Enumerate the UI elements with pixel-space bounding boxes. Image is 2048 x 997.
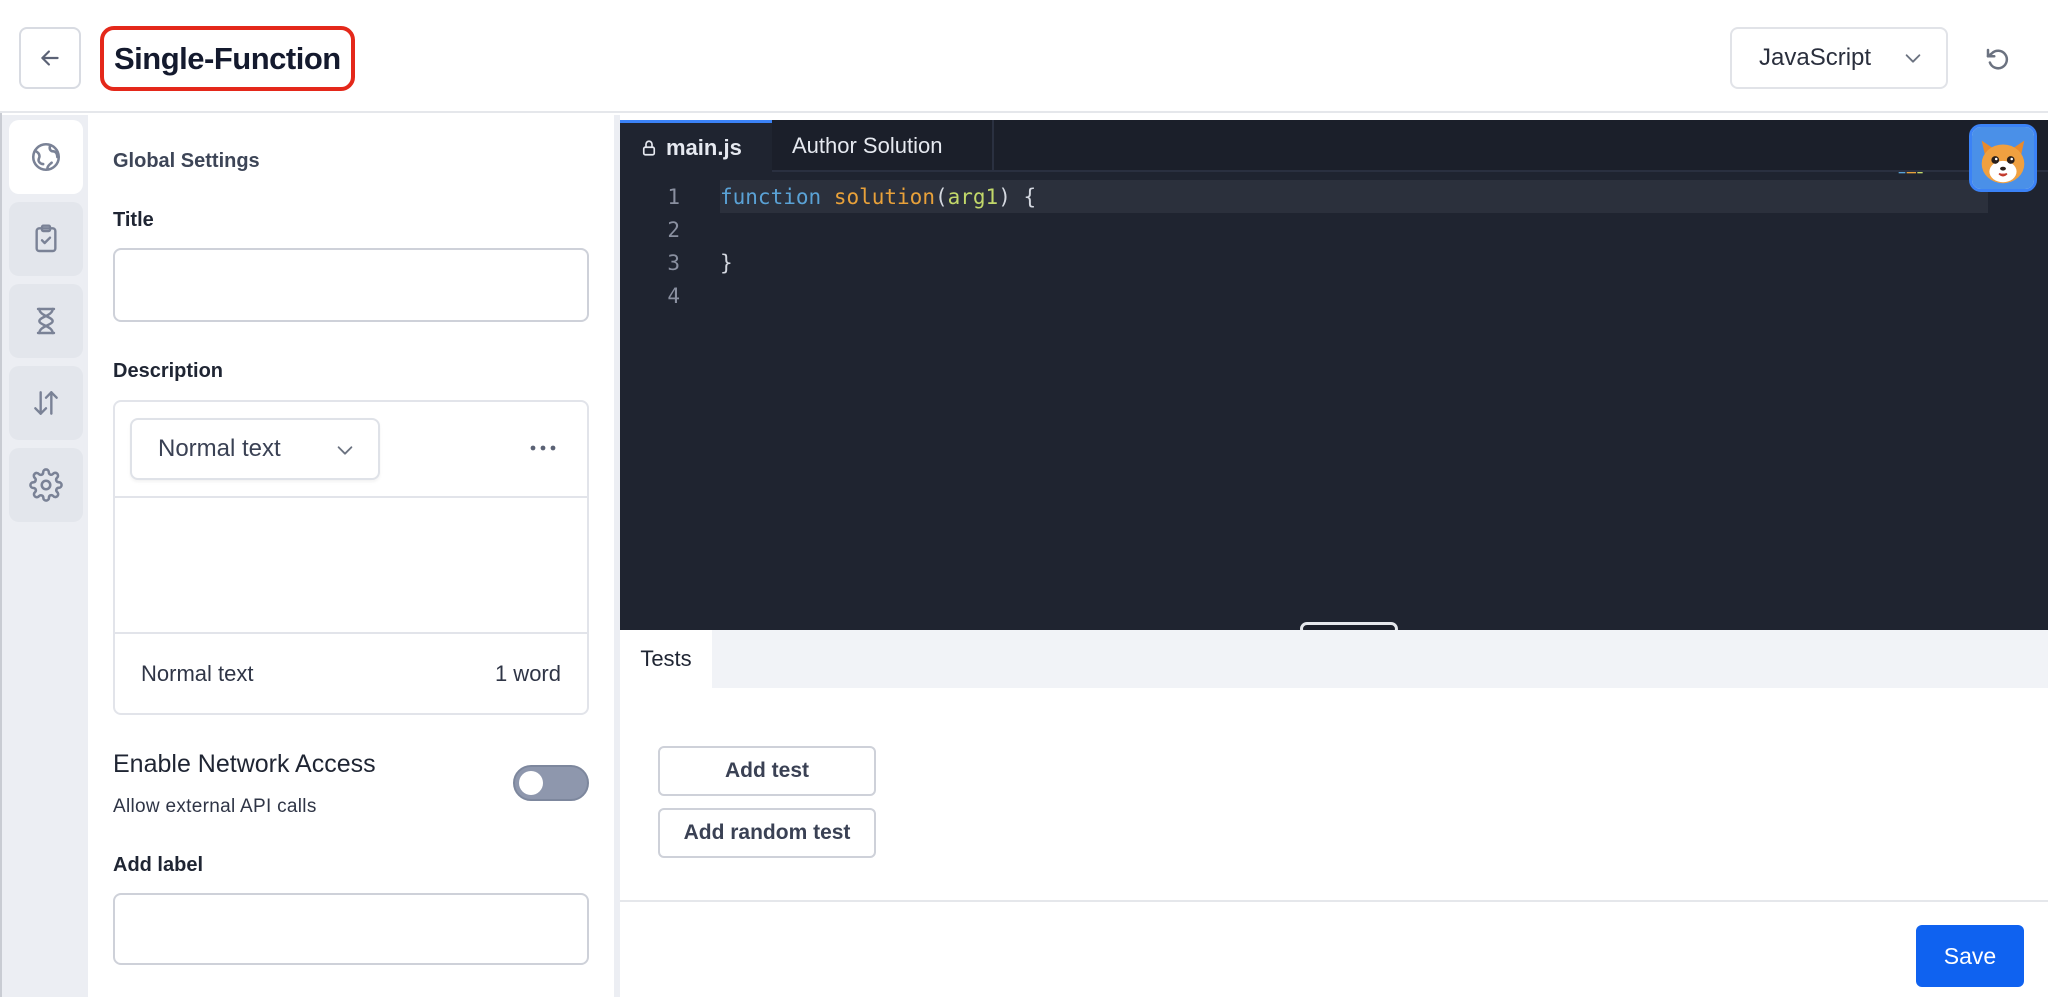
- editor-status-bar: Normal text 1 word: [115, 632, 587, 713]
- code-text: }: [720, 250, 733, 275]
- title-label: Title: [113, 209, 154, 231]
- language-select[interactable]: JavaScript: [1730, 27, 1948, 89]
- word-count: 1 word: [494, 660, 561, 686]
- code-editor: main.js Author Solution 1 function solut…: [620, 120, 2048, 630]
- line-number: 3: [667, 250, 680, 275]
- tab-main-js[interactable]: main.js: [620, 120, 772, 172]
- description-editor: Normal text Normal text 1 word: [113, 400, 589, 715]
- assistant-avatar[interactable]: [1969, 124, 2037, 192]
- rail-global-settings[interactable]: [9, 120, 83, 194]
- editor-tabs: main.js Author Solution: [620, 120, 2048, 172]
- code-line: 3 }: [620, 246, 2048, 279]
- settings-panel: Global Settings Title Description Normal…: [88, 120, 614, 997]
- save-button[interactable]: Save: [1916, 925, 2024, 987]
- reset-button[interactable]: [1978, 40, 2018, 80]
- chevron-down-icon: [337, 446, 353, 455]
- toggle-knob: [519, 771, 543, 795]
- editor-toolbar: Normal text: [115, 402, 587, 498]
- line-number: 2: [667, 217, 680, 242]
- description-text-area[interactable]: [115, 500, 587, 632]
- back-button[interactable]: [19, 27, 81, 89]
- rail-sorting[interactable]: [9, 366, 83, 440]
- page-title-container: Single-Function: [100, 26, 355, 91]
- tab-main-js-label: main.js: [666, 134, 742, 160]
- title-input[interactable]: [113, 248, 589, 322]
- tab-tests[interactable]: Tests: [620, 630, 712, 688]
- add-random-test-button[interactable]: Add random test: [658, 808, 876, 858]
- chevron-down-icon: [1905, 54, 1921, 63]
- tab-author-solution-label: Author Solution: [792, 133, 943, 158]
- rail-time-limits[interactable]: [9, 284, 83, 358]
- network-access-subtitle: Allow external API calls: [113, 796, 317, 817]
- description-label: Description: [113, 360, 224, 382]
- text-format-select[interactable]: Normal text: [130, 418, 380, 480]
- top-bar: Single-Function JavaScript: [0, 0, 2048, 113]
- text-format-value: Normal text: [158, 435, 281, 462]
- rail-tests[interactable]: [9, 202, 83, 276]
- rotate-ccw-icon: [1986, 48, 2009, 70]
- code-argument: arg1: [947, 184, 999, 209]
- code-line: 2: [620, 213, 2048, 246]
- tab-author-solution[interactable]: Author Solution: [772, 120, 994, 172]
- page-title: Single-Function: [114, 40, 341, 76]
- fox-mascot-icon: [1972, 127, 2034, 189]
- code-text: function solution(arg1) {: [720, 184, 1037, 209]
- tests-tabbar: Tests: [620, 630, 2048, 688]
- arrow-left-icon: [41, 50, 59, 66]
- hourglass-icon: [36, 307, 56, 335]
- code-function-name: solution: [833, 184, 935, 209]
- status-format: Normal text: [141, 660, 254, 686]
- side-rail: [2, 115, 88, 997]
- lock-icon: [642, 140, 656, 156]
- line-number: 4: [667, 283, 680, 308]
- globe-icon: [31, 142, 61, 172]
- footer-bar: Save: [620, 900, 2048, 997]
- code-keyword: function: [720, 184, 822, 209]
- network-access-title: Enable Network Access: [113, 750, 376, 778]
- rail-settings[interactable]: [9, 448, 83, 522]
- gear-icon: [29, 468, 63, 502]
- code-line: 4: [620, 279, 2048, 312]
- language-select-value: JavaScript: [1759, 44, 1872, 71]
- code-area[interactable]: 1 function solution(arg1) { 2 3 } 4: [620, 172, 2048, 630]
- add-label-label: Add label: [113, 854, 204, 876]
- add-test-button[interactable]: Add test: [658, 746, 876, 796]
- network-access-toggle[interactable]: [513, 765, 589, 801]
- arrows-up-down-icon: [34, 391, 58, 415]
- clipboard-check-icon: [35, 224, 57, 253]
- code-line: 1 function solution(arg1) {: [620, 180, 2048, 213]
- add-label-input[interactable]: [113, 893, 589, 965]
- line-number: 1: [667, 184, 680, 209]
- more-horizontal-icon: [530, 445, 556, 451]
- panel-heading: Global Settings: [113, 150, 260, 172]
- minimap[interactable]: [1892, 172, 1932, 176]
- more-options-button[interactable]: [525, 438, 561, 458]
- tests-panel: Tests Add test Add random test: [620, 630, 2048, 900]
